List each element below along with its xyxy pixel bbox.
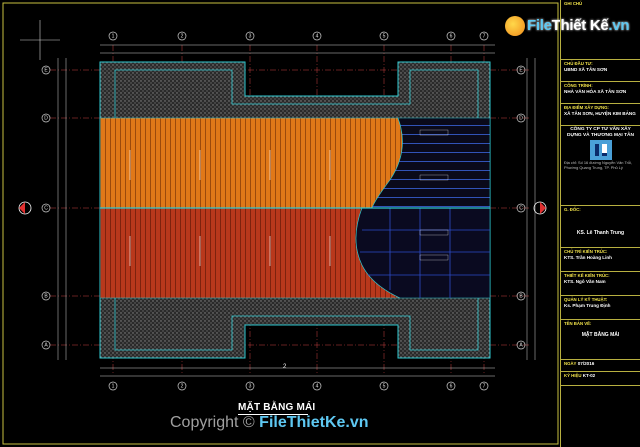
grid-label-side: A xyxy=(44,343,48,349)
roof-plan-svg: 1 1 2 2 3 3 4 4 5 5 6 6 7 7 E E D D C C B B A A 2 xyxy=(2,2,559,445)
tb-code: KÝ HIỆU KT-02 xyxy=(561,372,640,386)
grid-label-top: 7 xyxy=(483,384,486,390)
grid-label-top: 6 xyxy=(450,34,453,40)
grid-label-side: C xyxy=(519,206,523,212)
grid-label-side: D xyxy=(519,116,523,122)
tb-location: ĐỊA ĐIỂM XÂY DỰNG: XÃ TÂN SƠN, HUYỆN KIM… xyxy=(561,104,640,126)
tb-drawing-name: TÊN BẢN VẼ: MẶT BẰNG MÁI xyxy=(561,320,640,360)
grid-label-side: C xyxy=(44,206,48,212)
grid-label-side: E xyxy=(519,68,523,74)
copyright-site: FileThietKe.vn xyxy=(259,414,369,431)
north-cross xyxy=(20,20,60,60)
roof-orange xyxy=(99,117,403,209)
brand-logo-icon xyxy=(505,16,525,36)
tb-notes: GHI CHÚ xyxy=(561,0,640,60)
grid-label-top: 3 xyxy=(249,34,252,40)
grid-label-top: 6 xyxy=(450,384,453,390)
grid-label-top: 5 xyxy=(383,34,386,40)
grid-label-top: 5 xyxy=(383,384,386,390)
grid-label-top: 4 xyxy=(316,34,319,40)
center-mark: 2 xyxy=(283,364,287,370)
drawing-title: MẶT BẰNG MÁI xyxy=(238,402,316,413)
grid-label-top: 1 xyxy=(112,384,115,390)
grid-label-side: A xyxy=(519,343,523,349)
copyright-label: Copyright © xyxy=(170,414,255,431)
grid-label-top: 7 xyxy=(483,34,486,40)
title-block: GHI CHÚ CHỦ ĐẦU TƯ: UBND XÃ TÂN SƠN CÔNG… xyxy=(560,0,640,447)
cad-drawing-canvas[interactable]: 1 1 2 2 3 3 4 4 5 5 6 6 7 7 E E D D C C B B A A 2 MẶT BẰNG MÁI F… xyxy=(0,0,640,447)
tb-project: CÔNG TRÌNH: NHÀ VĂN HÓA XÃ TÂN SƠN xyxy=(561,82,640,104)
grid-label-side: B xyxy=(519,294,523,300)
tb-qa: QUẢN LÝ KỸ THUẬT: Ks. Phạm Trung Định xyxy=(561,296,640,320)
company-logo-icon xyxy=(589,140,612,161)
grid-label-side: D xyxy=(44,116,48,122)
tb-director: G. ĐỐC: KS. Lê Thanh Trung xyxy=(561,206,640,248)
grid-label-top: 3 xyxy=(249,384,252,390)
grid-label-side: B xyxy=(44,294,48,300)
grid-label-side: E xyxy=(44,68,48,74)
grid-label-top: 4 xyxy=(316,384,319,390)
tb-architect: THIẾT KẾ KIẾN TRÚC: KTS. Ngô Văn Nam xyxy=(561,272,640,296)
grid-label-top: 2 xyxy=(181,34,184,40)
grid-label-top: 2 xyxy=(181,384,184,390)
roof-red xyxy=(99,207,401,299)
grid-label-top: 1 xyxy=(112,34,115,40)
tb-owner: CHỦ ĐẦU TƯ: UBND XÃ TÂN SƠN xyxy=(561,60,640,82)
tb-company: CÔNG TY CP TƯ VẤN XÂY DỰNG VÀ THƯƠNG MẠI… xyxy=(561,126,640,206)
tb-date: NGÀY 07/2016 xyxy=(561,360,640,372)
copyright-watermark: Copyright © FileThietKe.vn xyxy=(170,414,369,432)
tb-lead-architect: CHỦ TRÌ KIẾN TRÚC: KTS. Trần Hoàng Linh xyxy=(561,248,640,272)
